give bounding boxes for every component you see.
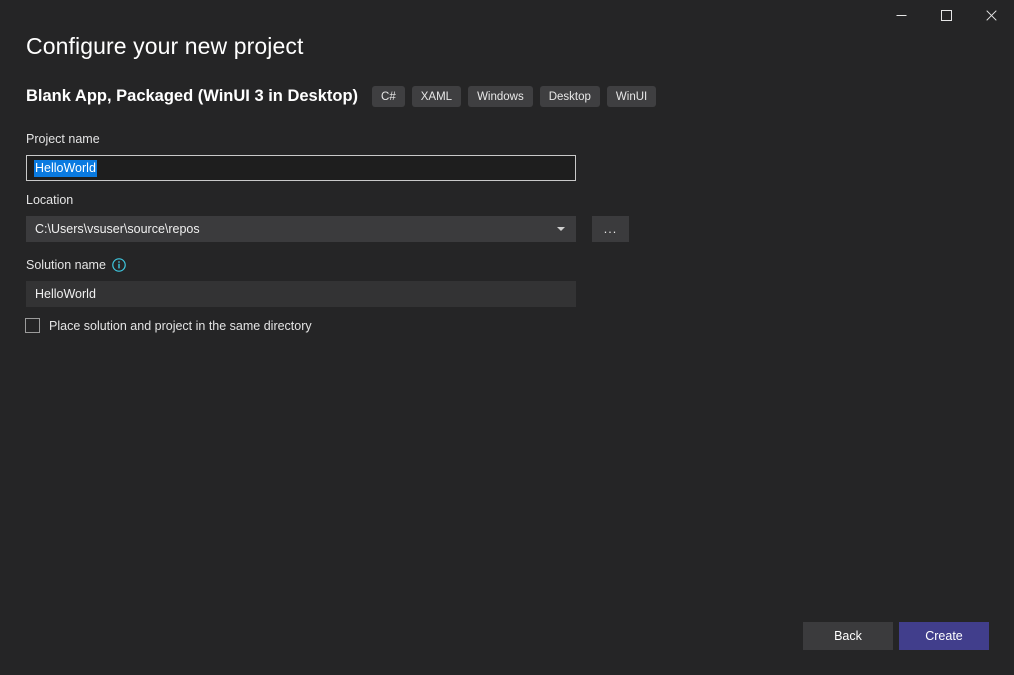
same-directory-row[interactable]: Place solution and project in the same d…	[25, 318, 312, 333]
create-button[interactable]: Create	[899, 622, 989, 650]
minimize-icon	[896, 10, 907, 21]
tag-platform: Windows	[468, 86, 533, 107]
location-label: Location	[26, 193, 73, 207]
close-icon	[986, 10, 997, 21]
project-name-label-text: Project name	[26, 132, 100, 146]
template-summary: Blank App, Packaged (WinUI 3 in Desktop)…	[26, 86, 663, 107]
page-title: Configure your new project	[26, 33, 303, 60]
template-name: Blank App, Packaged (WinUI 3 in Desktop)	[26, 87, 358, 106]
solution-name-input[interactable]: HelloWorld	[26, 281, 576, 307]
maximize-button[interactable]	[924, 0, 969, 30]
same-directory-label: Place solution and project in the same d…	[49, 319, 312, 333]
project-name-input[interactable]: HelloWorld	[26, 155, 576, 181]
solution-name-label-text: Solution name	[26, 258, 106, 272]
location-combobox[interactable]: C:\Users\vsuser\source\repos	[26, 216, 576, 242]
project-name-label: Project name	[26, 132, 100, 146]
location-label-text: Location	[26, 193, 73, 207]
solution-name-value: HelloWorld	[35, 287, 96, 301]
back-button[interactable]: Back	[803, 622, 893, 650]
tag-framework: WinUI	[607, 86, 656, 107]
browse-location-button[interactable]: ...	[592, 216, 629, 242]
close-button[interactable]	[969, 0, 1014, 30]
chevron-down-icon	[557, 227, 565, 231]
tag-language: C#	[372, 86, 405, 107]
location-value: C:\Users\vsuser\source\repos	[35, 222, 557, 236]
tag-project-type: Desktop	[540, 86, 600, 107]
solution-name-label: Solution name	[26, 258, 126, 272]
tag-markup: XAML	[412, 86, 461, 107]
same-directory-checkbox[interactable]	[25, 318, 40, 333]
project-name-value: HelloWorld	[34, 160, 97, 177]
minimize-button[interactable]	[879, 0, 924, 30]
maximize-icon	[941, 10, 952, 21]
title-bar	[0, 0, 1014, 30]
info-icon[interactable]	[112, 258, 126, 272]
